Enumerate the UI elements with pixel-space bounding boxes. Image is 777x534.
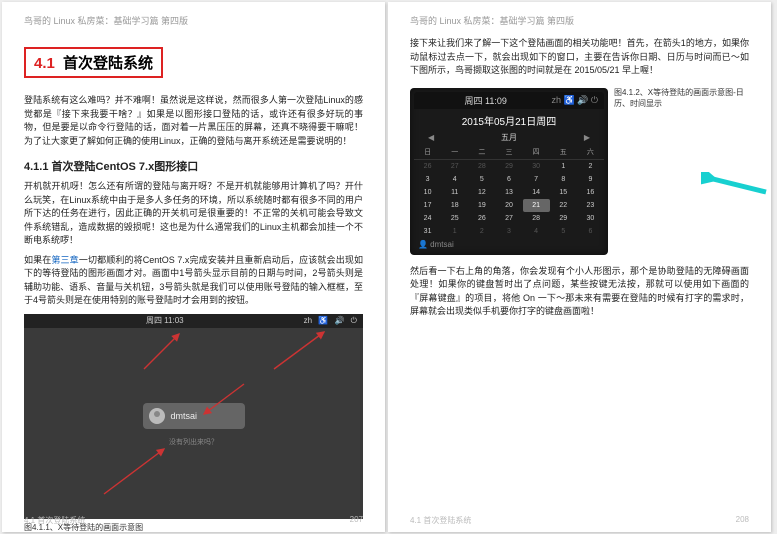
- calendar-day: 5: [468, 173, 495, 186]
- calendar-day: 19: [468, 199, 495, 212]
- calendar-day: 6: [495, 173, 522, 186]
- calendar-day: 7: [523, 173, 550, 186]
- calendar-day: 1: [550, 159, 577, 173]
- calendar-day: 29: [550, 212, 577, 225]
- paragraph: 然后看一下右上角的角落，你会发现有个小人形图示，那个是协助登陆的无障碍画面处理！…: [410, 265, 749, 319]
- calendar-dow: 四: [523, 145, 550, 160]
- calendar-date: 2015年05月21日周四: [414, 109, 604, 130]
- paragraph: 开机就开机呀！怎么还有所谓的登陆与离开呀？不是开机就能够用计算机了吗？开什么玩笑…: [24, 180, 363, 248]
- subsection-heading: 4.1.1 首次登陆CentOS 7.x图形接口: [24, 158, 363, 174]
- page-footer: 4.1 首次登陆系统 207: [24, 515, 363, 526]
- calendar-day: 26: [414, 159, 441, 173]
- calendar-day: 24: [414, 212, 441, 225]
- footer-pagenum: 208: [736, 515, 749, 526]
- calendar-month: 五月: [501, 132, 517, 143]
- calendar-day: 8: [550, 173, 577, 186]
- page-spread: 鸟哥的 Linux 私房菜：基础学习篇 第四版 4.1 首次登陆系统 登陆系统有…: [0, 0, 777, 534]
- calendar-day: 25: [441, 212, 468, 225]
- calendar-day: 14: [523, 186, 550, 199]
- calendar-day: 15: [550, 186, 577, 199]
- calendar-widget: 周四 11:09 zh ♿ 🔊 ⏻ 2015年05月21日周四 ◀ 五月 ▶ 日…: [410, 88, 608, 255]
- calendar-day: 13: [495, 186, 522, 199]
- calendar-day: 2: [468, 225, 495, 238]
- next-month-icon: ▶: [584, 133, 590, 142]
- calendar-topbar: 周四 11:09 zh ♿ 🔊 ⏻: [414, 92, 604, 109]
- section-title: 首次登陆系统: [63, 55, 153, 72]
- calendar-day: 3: [414, 173, 441, 186]
- calendar-day: 30: [577, 212, 604, 225]
- page-header: 鸟哥的 Linux 私房菜：基础学习篇 第四版: [410, 14, 749, 27]
- page-header: 鸟哥的 Linux 私房菜：基础学习篇 第四版: [24, 14, 363, 27]
- calendar-day: 22: [550, 199, 577, 212]
- calendar-day: 18: [441, 199, 468, 212]
- calendar-day: 31: [414, 225, 441, 238]
- calendar-day: 2: [577, 159, 604, 173]
- calendar-day: 27: [441, 159, 468, 173]
- paragraph: 接下来让我们来了解一下这个登陆画面的相关功能吧！首先，在箭头1的地方，如果你动鼠…: [410, 37, 749, 78]
- calendar-dow: 日: [414, 145, 441, 160]
- calendar-dow: 二: [468, 145, 495, 160]
- calendar-day: 11: [441, 186, 468, 199]
- pointer-arrow-icon: [701, 172, 771, 196]
- calendar-dow: 六: [577, 145, 604, 160]
- page-footer: 4.1 首次登陆系统 208: [410, 515, 749, 526]
- calendar-day: 4: [523, 225, 550, 238]
- calendar-day: 9: [577, 173, 604, 186]
- paragraph: 如果在第三章一切都顺利的将CentOS 7.x完成安装并且重新启动后，应该就会出…: [24, 254, 363, 308]
- calendar-day: 30: [523, 159, 550, 173]
- calendar-day: 26: [468, 212, 495, 225]
- calendar-day: 20: [495, 199, 522, 212]
- calendar-month-row: ◀ 五月 ▶: [414, 130, 604, 145]
- section-title-box: 4.1 首次登陆系统: [24, 47, 163, 78]
- calendar-day: 10: [414, 186, 441, 199]
- calendar-day: 28: [468, 159, 495, 173]
- footer-pagenum: 207: [350, 515, 363, 526]
- topbar-icons: zh ♿ 🔊 ⏻: [551, 95, 598, 106]
- calendar-day: 27: [495, 212, 522, 225]
- calendar-day: 5: [550, 225, 577, 238]
- link-chapter3[interactable]: 第三章: [51, 255, 78, 265]
- calendar-day: 16: [577, 186, 604, 199]
- prev-month-icon: ◀: [428, 133, 434, 142]
- calendar-dow: 三: [495, 145, 522, 160]
- calendar-day: 3: [495, 225, 522, 238]
- footer-section: 4.1 首次登陆系统: [24, 515, 85, 526]
- page-left: 鸟哥的 Linux 私房菜：基础学习篇 第四版 4.1 首次登陆系统 登陆系统有…: [2, 2, 385, 532]
- calendar-dow: 五: [550, 145, 577, 160]
- calendar-day: 12: [468, 186, 495, 199]
- calendar-day: 6: [577, 225, 604, 238]
- calendar-day: 4: [441, 173, 468, 186]
- calendar-dow: 一: [441, 145, 468, 160]
- paragraph: 登陆系统有这么难吗？并不难啊！虽然说是这样说，然而很多人第一次登陆Linux的感…: [24, 94, 363, 148]
- calendar-day: 21: [523, 199, 550, 212]
- login-screenshot: 周四 11:03 zh ♿ 🔊 ⏻ dmtsai 没有列出来吗？: [24, 314, 363, 519]
- calendar-day: 29: [495, 159, 522, 173]
- annotation-arrows: [24, 314, 363, 519]
- calendar-day: 1: [441, 225, 468, 238]
- calendar-grid: 日一二三四五六 26272829301234567891011121314151…: [414, 145, 604, 238]
- calendar-user: 👤 dmtsai: [414, 238, 604, 251]
- footer-section: 4.1 首次登陆系统: [410, 515, 471, 526]
- calendar-day: 23: [577, 199, 604, 212]
- figure-caption: 图4.1.2、X等待登陆的画面示意图-日历、时间显示: [614, 87, 749, 109]
- section-number: 4.1: [34, 55, 55, 72]
- page-right: 鸟哥的 Linux 私房菜：基础学习篇 第四版 接下来让我们来了解一下这个登陆画…: [388, 2, 771, 532]
- calendar-topbar-time: 周四 11:09: [465, 94, 507, 107]
- calendar-block: 周四 11:09 zh ♿ 🔊 ⏻ 2015年05月21日周四 ◀ 五月 ▶ 日…: [410, 84, 749, 259]
- calendar-day: 28: [523, 212, 550, 225]
- calendar-day: 17: [414, 199, 441, 212]
